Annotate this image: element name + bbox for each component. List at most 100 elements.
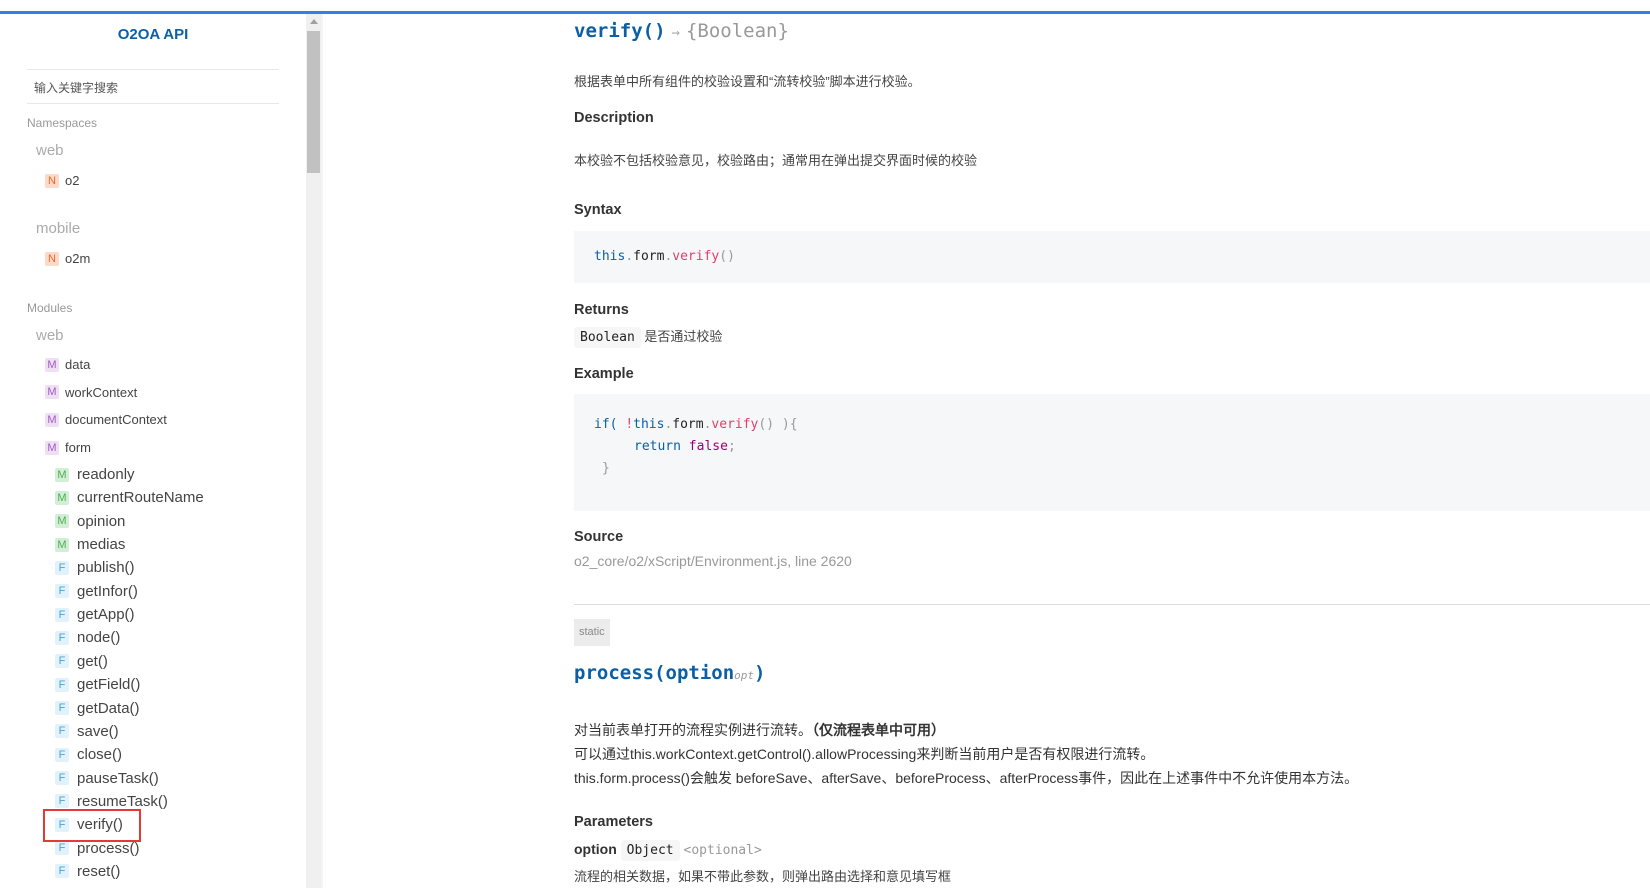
divider — [321, 14, 323, 888]
param-optional: <optional> — [683, 843, 762, 858]
namespace-icon: N — [45, 251, 59, 266]
namespaces-label: Namespaces — [27, 116, 98, 130]
process-desc-3: this.form.process()会触发 beforeSave、afterS… — [574, 770, 1359, 786]
item-label: get() — [77, 652, 108, 670]
sidebar-item-reset[interactable]: Freset() — [55, 863, 120, 880]
sidebar-item-publish[interactable]: Fpublish() — [55, 559, 135, 576]
param-desc: 流程的相关数据，如果不带此参数，则弹出路由选择和意见填写框 — [574, 869, 952, 884]
sidebar-item-get[interactable]: Fget() — [55, 653, 108, 670]
member-icon: M — [55, 490, 69, 505]
item-label: workContext — [65, 384, 138, 400]
item-label: opinion — [77, 512, 126, 530]
code-token: this — [594, 249, 626, 264]
sidebar-item-process[interactable]: Fprocess() — [55, 840, 140, 857]
item-label: pauseTask() — [77, 769, 159, 787]
function-icon: F — [55, 607, 69, 622]
returns-heading: Returns — [574, 302, 629, 318]
function-icon: F — [55, 677, 69, 692]
member-icon: M — [55, 467, 69, 482]
sidebar-item-readonly[interactable]: Mreadonly — [55, 466, 135, 483]
static-badge: static — [574, 619, 610, 646]
param-name: option — [574, 841, 617, 857]
sidebar-item-close[interactable]: Fclose() — [55, 746, 122, 763]
source-link[interactable]: o2_core/o2/xScript/Environment.js, line … — [574, 553, 852, 569]
code-token: ; — [727, 439, 736, 454]
item-label: getData() — [77, 699, 140, 717]
item-label: resumeTask() — [77, 792, 168, 810]
function-icon: F — [55, 584, 69, 599]
item-label: process() — [77, 839, 140, 857]
namespace-icon: N — [45, 173, 59, 188]
sidebar-title[interactable]: O2OA API — [0, 26, 306, 43]
search-input[interactable]: 输入关键字搜索 — [27, 69, 279, 104]
item-label: data — [65, 357, 91, 372]
syntax-heading: Syntax — [574, 202, 622, 218]
item-label: documentContext — [65, 412, 167, 428]
module-icon: M — [45, 440, 59, 455]
function-icon: F — [55, 771, 69, 786]
module-icon: M — [45, 412, 59, 427]
process-desc-1: 对当前表单打开的流程实例进行流转。（仅流程表单中可用） — [574, 720, 945, 740]
item-label: medias — [77, 536, 126, 554]
sidebar-item-opinion[interactable]: Mopinion — [55, 513, 125, 530]
item-label: getInfor() — [77, 582, 138, 600]
function-icon: F — [55, 747, 69, 762]
method-name: verify() — [574, 20, 666, 42]
sidebar-item-getApp[interactable]: FgetApp() — [55, 606, 135, 623]
code-token: } — [602, 461, 610, 476]
text-bold: （仅流程表单中可用） — [812, 722, 945, 738]
function-icon: F — [55, 794, 69, 809]
return-type: {Boolean} — [685, 20, 789, 42]
member-icon: M — [55, 537, 69, 552]
sidebar-item-getInfor[interactable]: FgetInfor() — [55, 583, 138, 600]
item-label: readonly — [77, 466, 135, 483]
parameters-heading: Parameters — [574, 814, 653, 830]
example-code-block: if( !this.form.verify() ){ return false;… — [574, 394, 1650, 511]
sidebar-item-o2[interactable]: No2 — [45, 173, 79, 188]
item-label: o2m — [65, 251, 91, 266]
item-label: currentRouteName — [77, 489, 204, 507]
description-text: 本校验不包括校验意见，校验路由；通常用在弹出提交界面时候的校验 — [574, 153, 978, 168]
code-token: () ){ — [758, 417, 798, 432]
scrollbar-thumb[interactable] — [307, 31, 320, 173]
code-token: ! — [625, 417, 634, 432]
item-label: reset() — [77, 862, 121, 880]
method-title-process: process(optionopt) — [574, 662, 765, 684]
function-icon: F — [55, 701, 69, 715]
sidebar-item-workContext[interactable]: MworkContext — [45, 385, 137, 400]
method-summary: 根据表单中所有组件的校验设置和“流转校验”脚本进行校验。 — [574, 74, 921, 89]
sidebar-item-o2m[interactable]: No2m — [45, 251, 90, 266]
sidebar-item-getData[interactable]: FgetData() — [55, 700, 140, 717]
optional-marker: opt — [734, 669, 755, 682]
sidebar-item-save[interactable]: Fsave() — [55, 723, 119, 740]
sidebar-item-currentRouteName[interactable]: McurrentRouteName — [55, 489, 204, 506]
code-token: this — [633, 417, 665, 432]
return-type-chip: Boolean — [574, 327, 641, 348]
sidebar-item-getField[interactable]: FgetField() — [55, 676, 140, 693]
modules-label: Modules — [27, 301, 73, 315]
sidebar-item-resumeTask[interactable]: FresumeTask() — [55, 793, 168, 810]
text: 对当前表单打开的流程实例进行流转。 — [574, 722, 812, 738]
sidebar-item-medias[interactable]: Mmedias — [55, 536, 125, 553]
member-icon: M — [55, 514, 69, 529]
sidebar-item-node[interactable]: Fnode() — [55, 629, 120, 646]
sidebar-scrollbar[interactable] — [306, 14, 321, 888]
function-icon: F — [55, 630, 69, 645]
sidebar-item-data[interactable]: Mdata — [45, 357, 90, 372]
returns-desc: 是否通过校验 — [644, 329, 723, 344]
code-token: form — [633, 249, 665, 264]
source-heading: Source — [574, 529, 624, 545]
sidebar-item-pauseTask[interactable]: FpauseTask() — [55, 770, 159, 787]
method-name: process(option — [574, 662, 735, 684]
param-row: option Object <optional> — [574, 840, 762, 861]
scroll-up-arrow-icon[interactable] — [310, 19, 318, 24]
code-token: verify — [672, 249, 720, 264]
code-token: return — [634, 439, 681, 454]
item-label: o2 — [65, 173, 80, 188]
description-heading: Description — [574, 110, 654, 126]
section-divider — [574, 604, 1650, 605]
sidebar-item-documentContext[interactable]: MdocumentContext — [45, 412, 167, 427]
item-label: close() — [77, 746, 123, 764]
sidebar-item-form[interactable]: Mform — [45, 440, 91, 455]
function-icon: F — [55, 841, 69, 856]
